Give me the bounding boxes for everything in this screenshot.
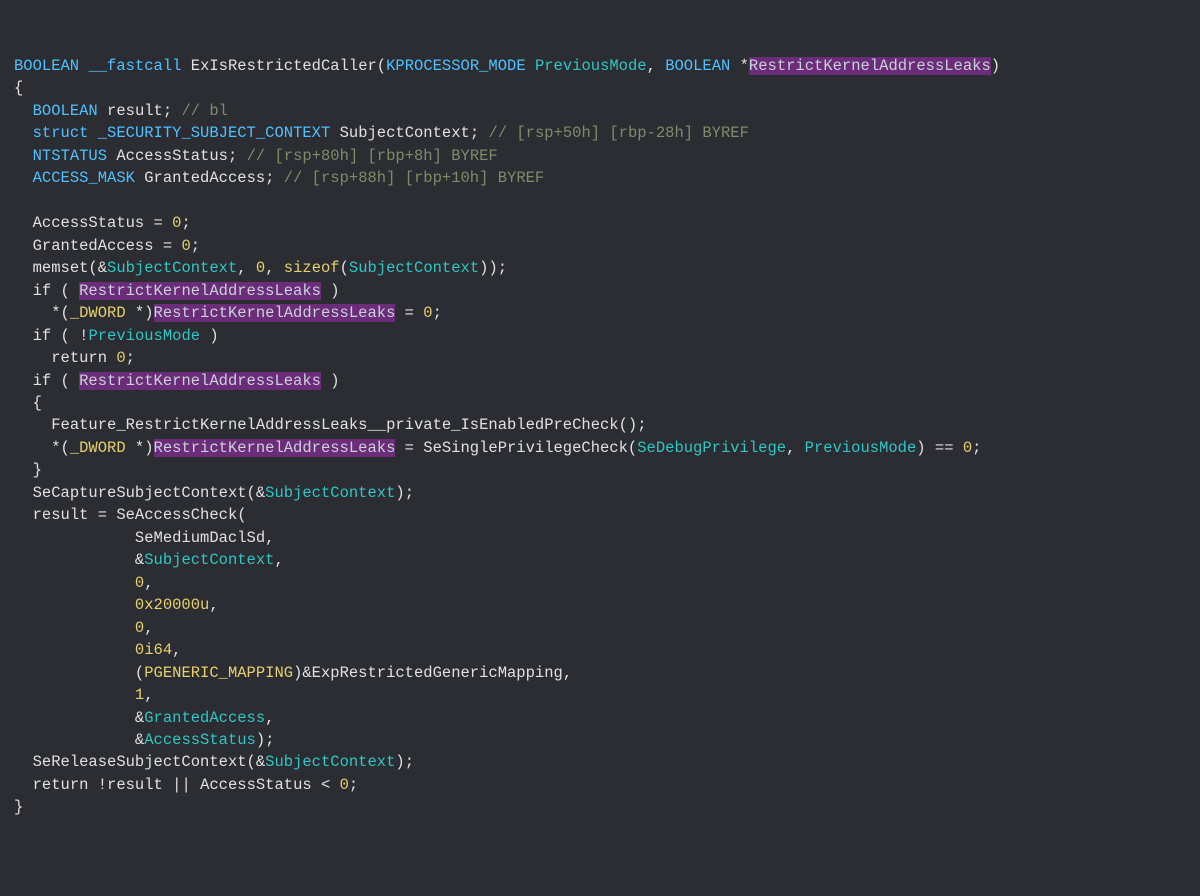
param1-type: KPROCESSOR_MODE	[386, 57, 526, 75]
feature-check-call: Feature_RestrictKernelAddressLeaks__priv…	[51, 416, 618, 434]
subject-context-ref: SubjectContext	[144, 551, 274, 569]
decl2-comment: // [rsp+50h] [rbp-28h] BYREF	[488, 124, 748, 142]
return-type: BOOLEAN	[14, 57, 79, 75]
subject-context-ref: SubjectContext	[265, 484, 395, 502]
decl2-name: SubjectContext	[340, 124, 470, 142]
decl4-comment: // [rsp+88h] [rbp+10h] BYREF	[284, 169, 544, 187]
access-status-ref: AccessStatus	[144, 731, 256, 749]
subject-context-ref: SubjectContext	[107, 259, 237, 277]
subject-context-ref: SubjectContext	[349, 259, 479, 277]
debug-privilege-ref: SeDebugPrivilege	[637, 439, 786, 457]
release-context-call: SeReleaseSubjectContext	[33, 753, 247, 771]
zero-literal: 0	[423, 304, 432, 322]
decl4-name: GrantedAccess	[144, 169, 265, 187]
previous-mode-ref: PreviousMode	[805, 439, 917, 457]
param2-name: RestrictKernelAddressLeaks	[749, 57, 991, 75]
decl1-name: result	[107, 102, 163, 120]
capture-context-call: SeCaptureSubjectContext	[33, 484, 247, 502]
param2-type: BOOLEAN	[665, 57, 730, 75]
param1-name: PreviousMode	[535, 57, 647, 75]
decl3-name: AccessStatus	[116, 147, 228, 165]
rkal-ref: RestrictKernelAddressLeaks	[154, 304, 396, 322]
rkal-ref: RestrictKernelAddressLeaks	[79, 372, 321, 390]
dword-cast: _DWORD	[70, 304, 126, 322]
zero-literal: 0	[256, 259, 265, 277]
zero-literal: 0	[116, 349, 125, 367]
access-status-var: AccessStatus	[200, 776, 312, 794]
rkal-ref: RestrictKernelAddressLeaks	[154, 439, 396, 457]
zero-literal: 0	[181, 237, 190, 255]
exp-mapping-ref: ExpRestrictedGenericMapping	[312, 664, 563, 682]
assign1-lhs: AccessStatus	[33, 214, 145, 232]
previous-mode-ref: PreviousMode	[88, 327, 200, 345]
function-name: ExIsRestrictedCaller	[191, 57, 377, 75]
return-kw: return	[51, 349, 107, 367]
decl1-comment: // bl	[181, 102, 228, 120]
privilege-check-call: SeSinglePrivilegeCheck	[423, 439, 628, 457]
sizeof-kw: sizeof	[284, 259, 340, 277]
code-block: BOOLEAN __fastcall ExIsRestrictedCaller(…	[14, 55, 1186, 819]
dword-cast: _DWORD	[70, 439, 126, 457]
assign2-lhs: GrantedAccess	[33, 237, 154, 255]
if-kw: if	[33, 327, 52, 345]
arg3: 0	[135, 574, 144, 592]
memset-call: memset	[33, 259, 89, 277]
decl3-type: NTSTATUS	[33, 147, 107, 165]
arg4: 0x20000u	[135, 596, 209, 614]
if-kw: if	[33, 282, 52, 300]
decl2-type: _SECURITY_SUBJECT_CONTEXT	[98, 124, 331, 142]
arg8: 1	[135, 686, 144, 704]
result-var: result	[107, 776, 163, 794]
if-kw: if	[33, 372, 52, 390]
decl1-type: BOOLEAN	[33, 102, 98, 120]
calling-convention: __fastcall	[88, 57, 181, 75]
rkal-ref: RestrictKernelAddressLeaks	[79, 282, 321, 300]
return-kw: return	[33, 776, 89, 794]
zero-literal: 0	[963, 439, 972, 457]
access-check-call: SeAccessCheck	[116, 506, 237, 524]
decl2-kw: struct	[33, 124, 89, 142]
generic-mapping-cast: PGENERIC_MAPPING	[144, 664, 293, 682]
zero-literal: 0	[340, 776, 349, 794]
arg5: 0	[135, 619, 144, 637]
decl4-type: ACCESS_MASK	[33, 169, 135, 187]
decl3-comment: // [rsp+80h] [rbp+8h] BYREF	[247, 147, 498, 165]
zero-literal: 0	[172, 214, 181, 232]
arg6: 0i64	[135, 641, 172, 659]
subject-context-ref: SubjectContext	[265, 753, 395, 771]
arg-sd: SeMediumDaclSd	[135, 529, 265, 547]
result-var: result	[33, 506, 89, 524]
granted-access-ref: GrantedAccess	[144, 709, 265, 727]
